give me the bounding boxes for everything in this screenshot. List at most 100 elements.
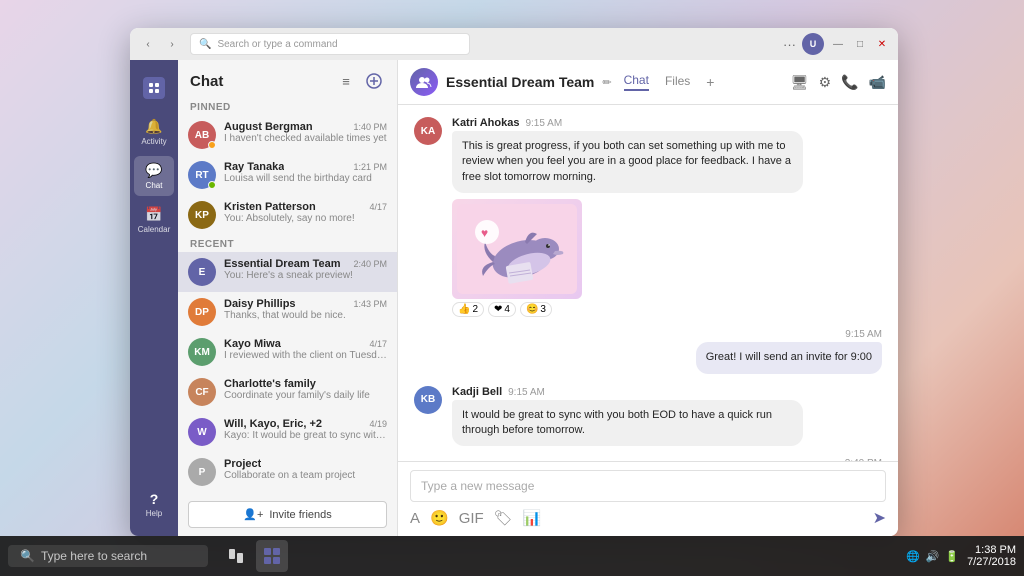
user-avatar[interactable]: U [802, 33, 824, 55]
reaction-count-smile: 3 [540, 304, 546, 315]
gif-button[interactable]: GIF [459, 510, 484, 527]
sidebar-item-chat[interactable]: 💬 Chat [134, 156, 174, 196]
message-group-sent-1: 9:15 AM Great! I will send an invite for… [414, 329, 882, 373]
chat-item-essential[interactable]: E Essential Dream Team 2:40 PM You: Here… [178, 252, 397, 292]
search-bar[interactable]: 🔍 Search or type a command [190, 33, 470, 55]
chat-item-kayo[interactable]: KM Kayo Miwa 4/17 I reviewed with the cl… [178, 332, 397, 372]
chat-header-actions: 🖥 ⚙ 📞 📹 [791, 74, 886, 91]
svg-text:♥: ♥ [481, 226, 488, 240]
new-chat-button[interactable] [363, 70, 385, 92]
avatar-august: AB [188, 121, 216, 149]
taskbar-date: 7/27/2018 [967, 556, 1016, 568]
message-group-kadji: KB Kadji Bell 9:15 AM It would be great … [414, 386, 882, 447]
chat-item-daisy[interactable]: DP Daisy Phillips 1:43 PM Thanks, that w… [178, 292, 397, 332]
reaction-heart[interactable]: ❤ 4 [488, 302, 516, 317]
chat-name-row-daisy: Daisy Phillips 1:43 PM [224, 298, 387, 310]
taskview-button[interactable] [220, 540, 252, 572]
help-icon: ? [150, 491, 159, 507]
invite-friends-button[interactable]: 👤+ Invite friends [188, 501, 387, 528]
reaction-emoji-smile: 😊 [526, 304, 538, 315]
chart-button[interactable]: 📊 [523, 509, 542, 527]
avatar-kayo: KM [188, 338, 216, 366]
title-bar: ‹ › 🔍 Search or type a command ··· U — □… [130, 28, 898, 60]
tab-chat[interactable]: Chat [624, 73, 649, 91]
chat-name-essential: Essential Dream Team [224, 258, 341, 270]
sidebar-item-calendar[interactable]: 📅 Calendar [134, 200, 174, 240]
nav-buttons: ‹ › [138, 34, 182, 54]
chat-list-header: Chat ≡ [178, 60, 397, 98]
compose-input[interactable]: Type a new message [410, 470, 886, 502]
more-options-button[interactable]: ··· [783, 37, 796, 52]
back-button[interactable]: ‹ [138, 34, 158, 54]
msg-header-kadji: Kadji Bell 9:15 AM [452, 386, 803, 398]
status-dot-ray [208, 181, 216, 189]
chat-name-kayo: Kayo Miwa [224, 338, 281, 350]
sidebar-item-activity-nav[interactable]: 🔔 Activity [134, 112, 174, 152]
taskbar-time: 1:38 PM [967, 544, 1016, 556]
chat-item-charlottes[interactable]: CF Charlotte's family Coordinate your fa… [178, 372, 397, 412]
tab-files[interactable]: Files [665, 74, 690, 90]
audio-call-button[interactable]: 📞 [841, 74, 858, 91]
maximize-button[interactable]: □ [852, 36, 868, 52]
chat-preview-kayo: I reviewed with the client on Tuesda... [224, 350, 387, 361]
edit-group-name-icon[interactable]: ✏ [602, 76, 611, 89]
pinned-section-label: Pinned [178, 98, 397, 115]
chat-info-essential: Essential Dream Team 2:40 PM You: Here's… [224, 258, 387, 281]
add-tab-button[interactable]: + [706, 74, 714, 90]
chat-info-kayo: Kayo Miwa 4/17 I reviewed with the clien… [224, 338, 387, 361]
teams-taskbar-icon[interactable] [256, 540, 288, 572]
activity-label: Activity [141, 137, 166, 146]
sidebar-item-activity[interactable] [134, 68, 174, 108]
chat-preview-daisy: Thanks, that would be nice. [224, 310, 387, 321]
settings-button[interactable]: ⚙ [819, 74, 832, 91]
chat-preview-august: I haven't checked available times yet [224, 133, 387, 144]
taskbar-clock: 1:38 PM 7/27/2018 [967, 544, 1016, 568]
sticker-button[interactable]: 🏷 [494, 509, 513, 527]
chat-info-daisy: Daisy Phillips 1:43 PM Thanks, that woul… [224, 298, 387, 321]
video-call-button[interactable]: 📹 [869, 74, 886, 91]
group-chat-name: Essential Dream Team [446, 74, 594, 90]
chat-main: Essential Dream Team ✏ Chat Files + 🖥 ⚙ … [398, 60, 898, 536]
chat-info-charlottes: Charlotte's family Coordinate your famil… [224, 378, 387, 401]
chat-name-charlottes: Charlotte's family [224, 378, 316, 390]
emoji-button[interactable]: 🙂 [430, 509, 449, 527]
chat-info-will: Will, Kayo, Eric, +2 4/19 Kayo: It would… [224, 418, 387, 441]
avatar-daisy: DP [188, 298, 216, 326]
chat-preview-project: Collaborate on a team project [224, 470, 387, 481]
close-button[interactable]: ✕ [874, 36, 890, 52]
chat-item-august[interactable]: AB August Bergman 1:40 PM I haven't chec… [178, 115, 397, 155]
invite-icon: 👤+ [243, 508, 263, 521]
chat-name-daisy: Daisy Phillips [224, 298, 296, 310]
chat-name-will: Will, Kayo, Eric, +2 [224, 418, 322, 430]
chat-name-row-charlottes: Charlotte's family [224, 378, 387, 390]
reaction-thumbsup[interactable]: 👍 2 [452, 302, 484, 317]
calendar-icon: 📅 [145, 206, 162, 223]
sidebar-item-help[interactable]: ? Help [134, 484, 174, 524]
taskbar-search[interactable]: 🔍 Type here to search [8, 545, 208, 567]
teams-window: ‹ › 🔍 Search or type a command ··· U — □… [130, 28, 898, 536]
chat-item-project[interactable]: P Project Collaborate on a team project [178, 452, 397, 492]
chat-item-ray[interactable]: RT Ray Tanaka 1:21 PM Louisa will send t… [178, 155, 397, 195]
chat-item-kristen[interactable]: KP Kristen Patterson 4/17 You: Absolutel… [178, 195, 397, 235]
compose-area: Type a new message A 🙂 GIF 🏷 📊 ➤ [398, 461, 898, 536]
forward-button[interactable]: › [162, 34, 182, 54]
msg-time-katri: 9:15 AM [525, 118, 562, 129]
chat-name-row-will: Will, Kayo, Eric, +2 4/19 [224, 418, 387, 430]
chat-item-will[interactable]: W Will, Kayo, Eric, +2 4/19 Kayo: It wou… [178, 412, 397, 452]
filter-button[interactable]: ≡ [335, 70, 357, 92]
chat-name-project: Project [224, 458, 261, 470]
reaction-smile[interactable]: 😊 3 [520, 302, 552, 317]
recent-section-label: Recent [178, 235, 397, 252]
status-dot-august [208, 141, 216, 149]
chat-header-tabs: Chat Files + [624, 73, 715, 91]
msg-header-sent-1: 9:15 AM [696, 329, 882, 340]
message-group-katri: KA Katri Ahokas 9:15 AM This is great pr… [414, 117, 882, 317]
minimize-button[interactable]: — [830, 36, 846, 52]
format-button[interactable]: A [410, 510, 420, 527]
send-button[interactable]: ➤ [873, 508, 886, 528]
msg-bubble-sent-1: Great! I will send an invite for 9:00 [696, 342, 882, 373]
screen-share-button[interactable]: 🖥 [791, 74, 809, 91]
chat-time-kayo: 4/17 [369, 339, 387, 349]
msg-time-sent-1: 9:15 AM [845, 329, 882, 340]
messages-area: KA Katri Ahokas 9:15 AM This is great pr… [398, 105, 898, 461]
